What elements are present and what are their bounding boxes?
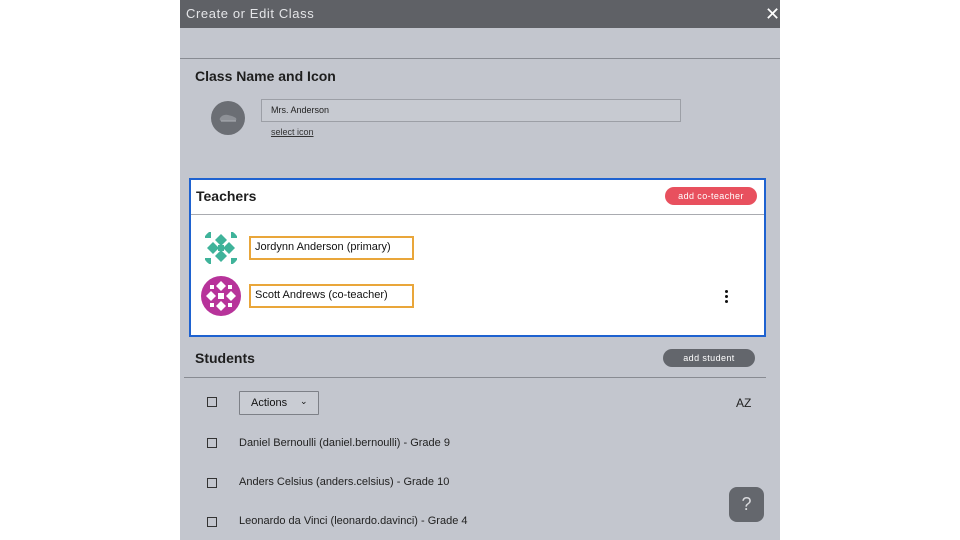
select-all-checkbox[interactable]: [207, 397, 217, 407]
sort-alpha-icon[interactable]: AZ: [736, 396, 751, 410]
header-divider: [180, 58, 780, 59]
teacher-name-scott: Scott Andrews (co-teacher): [249, 284, 414, 308]
teacher-avatar-jordynn: [201, 228, 241, 268]
teachers-panel: Teachers add co-teacher Jordynn Anderson…: [189, 178, 766, 337]
actions-label: Actions: [251, 397, 288, 409]
students-heading: Students: [195, 350, 255, 366]
help-button[interactable]: ?: [729, 487, 764, 522]
teacher-avatar-scott: [201, 276, 241, 316]
dialog-titlebar: Create or Edit Class ✕: [180, 0, 780, 28]
add-co-teacher-button[interactable]: add co-teacher: [665, 187, 757, 205]
dialog-title: Create or Edit Class: [186, 6, 315, 21]
teachers-heading: Teachers: [196, 188, 257, 204]
class-name-input[interactable]: Mrs. Anderson: [261, 99, 681, 122]
student-checkbox[interactable]: [207, 478, 217, 488]
teacher-name-jordynn: Jordynn Anderson (primary): [249, 236, 414, 260]
class-name-value: Mrs. Anderson: [271, 105, 330, 115]
student-checkbox[interactable]: [207, 438, 217, 448]
create-edit-class-dialog: Create or Edit Class ✕ Class Name and Ic…: [180, 0, 780, 540]
student-row[interactable]: Daniel Bernoulli (daniel.bernoulli) - Gr…: [239, 437, 450, 449]
actions-dropdown[interactable]: Actions ⌄: [239, 391, 319, 415]
students-divider: [184, 377, 766, 378]
student-checkbox[interactable]: [207, 517, 217, 527]
teacher-name-label: Jordynn Anderson (primary): [255, 241, 391, 253]
add-student-button[interactable]: add student: [663, 349, 755, 367]
student-row[interactable]: Leonardo da Vinci (leonardo.davinci) - G…: [239, 515, 468, 527]
teachers-divider: [191, 214, 764, 215]
select-icon-link[interactable]: select icon: [271, 127, 314, 137]
class-section-heading: Class Name and Icon: [195, 68, 336, 84]
chevron-down-icon: ⌄: [300, 396, 308, 406]
shoe-icon[interactable]: [211, 101, 245, 135]
teacher-name-label: Scott Andrews (co-teacher): [255, 289, 388, 301]
more-options-icon[interactable]: [724, 290, 730, 306]
close-icon[interactable]: ✕: [765, 5, 780, 23]
student-row[interactable]: Anders Celsius (anders.celsius) - Grade …: [239, 476, 449, 488]
